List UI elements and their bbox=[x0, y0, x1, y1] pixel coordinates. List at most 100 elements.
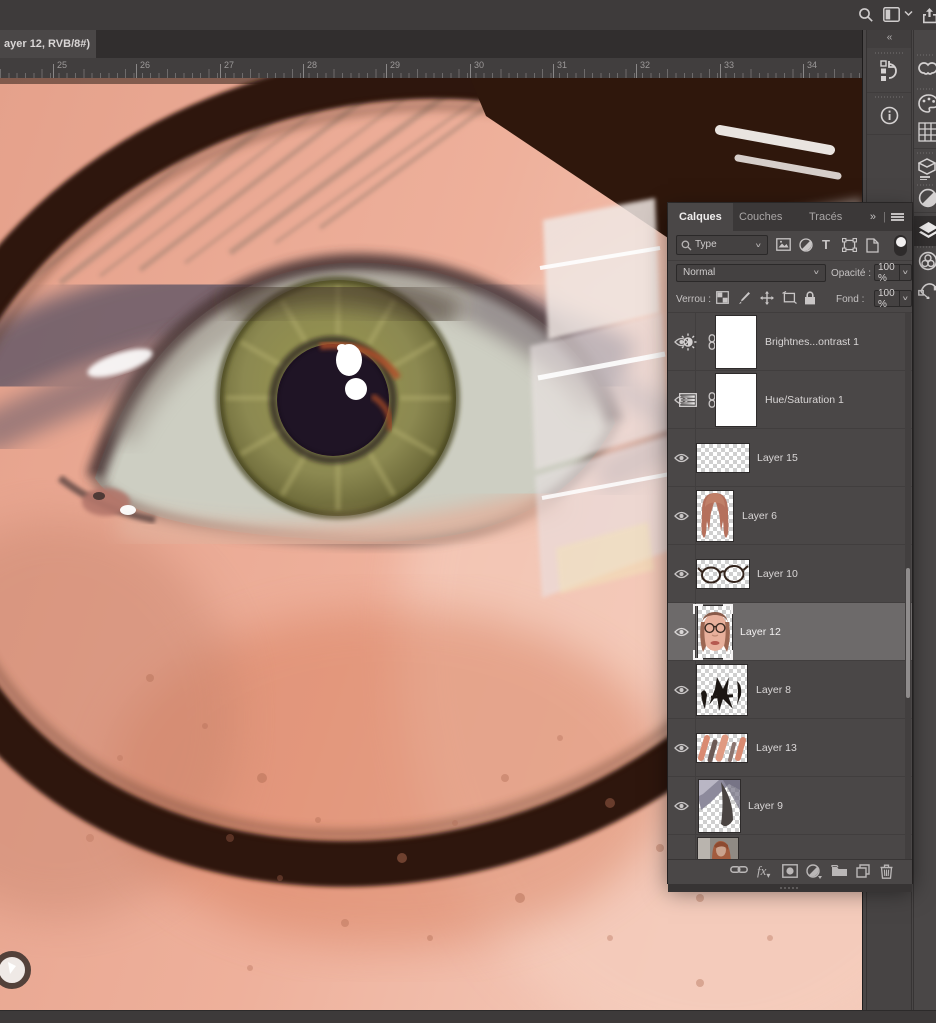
cc-libraries-icon[interactable] bbox=[918, 60, 936, 78]
layers-panel-icon[interactable] bbox=[918, 221, 936, 241]
photoshop-window: ayer 12, RVB/8#) 25 26 27 28 29 30 31 32… bbox=[0, 0, 936, 1023]
layer-name[interactable]: Brightnes...ontrast 1 bbox=[765, 336, 859, 348]
lock-position-icon[interactable] bbox=[760, 291, 774, 305]
layer-row[interactable]: Hue/Saturation 1 bbox=[668, 371, 912, 429]
paths-icon[interactable] bbox=[918, 278, 936, 299]
layer-thumbnail[interactable] bbox=[698, 838, 738, 859]
panel-menu-icon[interactable] bbox=[891, 213, 904, 221]
history-icon[interactable] bbox=[880, 60, 899, 82]
layer-thumbnail[interactable] bbox=[697, 444, 749, 472]
pixel-filter-icon[interactable] bbox=[776, 238, 791, 251]
visibility-toggle[interactable] bbox=[668, 429, 696, 486]
chevron-down-icon[interactable] bbox=[904, 10, 913, 17]
layer-thumbnail[interactable] bbox=[697, 665, 747, 715]
lock-label: Verrou : bbox=[676, 294, 711, 305]
ruler-mid-ticks bbox=[0, 69, 862, 78]
document-tab-title: ayer 12, RVB/8#) bbox=[4, 38, 90, 50]
lock-artboard-icon[interactable] bbox=[782, 291, 797, 304]
workspace-switcher-icon[interactable] bbox=[883, 7, 900, 22]
tab-calques[interactable]: Calques bbox=[668, 203, 733, 231]
layer-name[interactable]: Hue/Saturation 1 bbox=[765, 394, 844, 406]
search-icon[interactable] bbox=[858, 7, 874, 23]
blend-mode-select[interactable]: Normal ∨ bbox=[676, 264, 826, 282]
layer-thumbnail[interactable] bbox=[697, 560, 749, 588]
layers-panel-tab-bar: Calques Couches Tracés » | bbox=[668, 203, 912, 231]
mask-link-icon[interactable] bbox=[708, 392, 716, 408]
layer-name[interactable]: Layer 9 bbox=[748, 800, 783, 812]
opacity-label: Opacité : bbox=[831, 268, 871, 279]
opacity-field[interactable]: 100 % ∨ bbox=[874, 264, 912, 281]
link-icon[interactable] bbox=[730, 864, 748, 875]
visibility-toggle[interactable] bbox=[668, 545, 696, 602]
lock-all-icon[interactable] bbox=[804, 291, 816, 305]
document-tab[interactable]: ayer 12, RVB/8#) bbox=[0, 30, 96, 58]
ruler-mark: 25 bbox=[57, 60, 67, 70]
channels-icon[interactable] bbox=[918, 251, 936, 271]
fill-field[interactable]: 100 % ∨ bbox=[874, 290, 912, 307]
layer-row-selected[interactable]: Layer 12 bbox=[668, 603, 912, 661]
eye-icon bbox=[674, 801, 689, 811]
type-filter-icon[interactable]: T bbox=[822, 237, 830, 252]
ruler-mark: 30 bbox=[474, 60, 484, 70]
adjustments-icon[interactable] bbox=[918, 188, 936, 208]
learn-icon[interactable] bbox=[918, 158, 936, 180]
eye-icon bbox=[674, 743, 689, 753]
smart-object-filter-icon[interactable] bbox=[866, 238, 879, 253]
panel-scrollbar[interactable] bbox=[905, 313, 911, 859]
layer-filter-select[interactable]: Type ∨ bbox=[676, 235, 768, 255]
group-icon[interactable] bbox=[831, 864, 848, 877]
delete-icon[interactable] bbox=[880, 864, 893, 879]
layer-thumbnail[interactable] bbox=[699, 780, 740, 832]
mask-icon[interactable] bbox=[782, 864, 798, 878]
visibility-toggle[interactable] bbox=[668, 835, 696, 859]
tab-couches[interactable]: Couches bbox=[728, 203, 793, 231]
mask-link-icon[interactable] bbox=[708, 334, 716, 350]
layer-row[interactable]: Layer 10 bbox=[668, 545, 912, 603]
panel-scrollbar-thumb[interactable] bbox=[906, 568, 910, 698]
layer-thumbnail[interactable] bbox=[697, 491, 733, 541]
share-icon[interactable] bbox=[921, 7, 936, 24]
collapse-dock-icon[interactable]: « bbox=[867, 30, 911, 48]
layer-row[interactable]: Layer 15 bbox=[668, 429, 912, 487]
filter-toggle[interactable] bbox=[894, 235, 907, 256]
swatches-icon[interactable] bbox=[918, 122, 936, 142]
visibility-toggle[interactable] bbox=[668, 487, 696, 544]
visibility-toggle[interactable] bbox=[668, 719, 696, 776]
layer-thumbnail[interactable] bbox=[697, 734, 747, 762]
layer-name[interactable]: Layer 10 bbox=[757, 568, 798, 580]
adjustment-filter-icon[interactable] bbox=[799, 238, 813, 252]
layer-row[interactable] bbox=[668, 835, 912, 859]
panel-drag-strip[interactable] bbox=[668, 884, 912, 892]
layer-name[interactable]: Layer 6 bbox=[742, 510, 777, 522]
layer-row[interactable]: Brightnes...ontrast 1 bbox=[668, 313, 912, 371]
color-icon[interactable] bbox=[918, 94, 936, 113]
layer-row[interactable]: Layer 8 bbox=[668, 661, 912, 719]
eye-icon bbox=[674, 627, 689, 637]
layer-mask-thumbnail[interactable] bbox=[716, 374, 756, 426]
shape-filter-icon[interactable] bbox=[842, 238, 857, 252]
tab-traces[interactable]: Tracés bbox=[798, 203, 853, 231]
layer-name[interactable]: Layer 12 bbox=[740, 626, 781, 638]
lock-pixels-icon[interactable] bbox=[738, 291, 751, 305]
visibility-toggle[interactable] bbox=[668, 777, 696, 834]
fx-icon[interactable]: fx▾ bbox=[757, 863, 770, 880]
layer-name[interactable]: Layer 15 bbox=[757, 452, 798, 464]
ruler-mark: 27 bbox=[224, 60, 234, 70]
layer-row[interactable]: Layer 9 bbox=[668, 777, 912, 835]
layer-name[interactable]: Layer 13 bbox=[756, 742, 797, 754]
layers-panel: Calques Couches Tracés » | Type ∨ T bbox=[668, 203, 912, 883]
layer-row[interactable]: Layer 13 bbox=[668, 719, 912, 777]
info-icon[interactable] bbox=[880, 106, 899, 125]
visibility-toggle[interactable] bbox=[668, 661, 696, 718]
visibility-toggle[interactable] bbox=[668, 603, 696, 660]
adjustment-icon[interactable] bbox=[806, 864, 822, 879]
panel-more-icon[interactable]: » bbox=[870, 203, 876, 231]
new-layer-icon[interactable] bbox=[856, 864, 870, 878]
layer-mask-thumbnail[interactable] bbox=[716, 316, 756, 368]
dock-column-primary bbox=[913, 30, 936, 1010]
ruler-mark: 34 bbox=[807, 60, 817, 70]
layer-name[interactable]: Layer 8 bbox=[756, 684, 791, 696]
lock-transparent-icon[interactable] bbox=[716, 291, 729, 304]
document-tab-bar: ayer 12, RVB/8#) bbox=[0, 30, 936, 58]
layer-row[interactable]: Layer 6 bbox=[668, 487, 912, 545]
